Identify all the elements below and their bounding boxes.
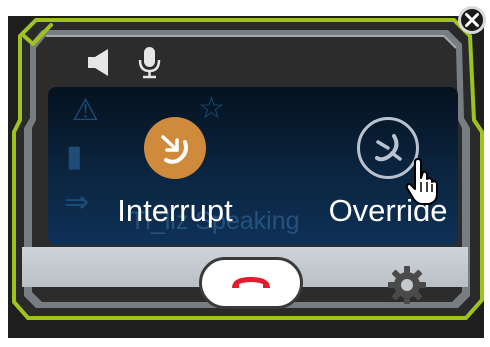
ghost-alert-icon: ⚠ <box>72 94 99 127</box>
hangup-button[interactable] <box>199 257 303 309</box>
hand-cursor-icon <box>405 158 438 205</box>
action-panel: ⚠ ☆ ▮ ⇒ Tl_liz Speaking Interrupt Overri… <box>48 87 458 245</box>
interrupt-icon <box>144 117 206 179</box>
check-icon <box>22 23 53 46</box>
interrupt-label: Interrupt <box>117 193 233 228</box>
microphone-icon[interactable] <box>134 44 166 80</box>
call-control-window: ⚠ ☆ ▮ ⇒ Tl_liz Speaking Interrupt Overri… <box>0 0 490 347</box>
interrupt-button[interactable]: Interrupt <box>100 117 250 226</box>
speaker-icon[interactable] <box>84 44 116 80</box>
close-icon[interactable] <box>457 5 487 35</box>
ghost-arrow-icon: ⇒ <box>64 186 90 219</box>
ghost-radio-icon: ▮ <box>66 140 83 173</box>
gear-icon[interactable] <box>385 263 429 307</box>
hangup-icon <box>232 277 270 288</box>
